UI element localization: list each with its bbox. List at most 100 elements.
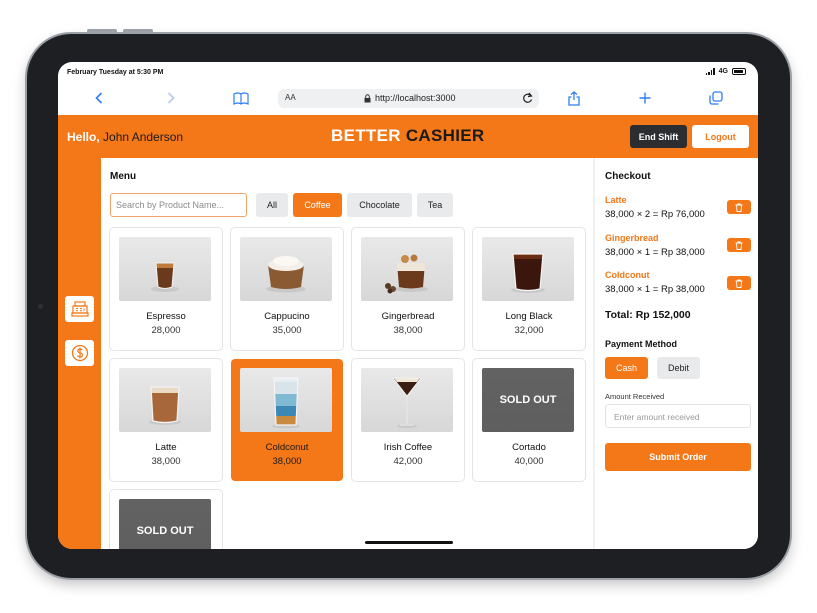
sidebar-item-transactions[interactable] — [65, 340, 94, 366]
front-camera — [38, 304, 43, 309]
product-price: 40,000 — [514, 456, 544, 467]
network-label: 4G — [718, 68, 728, 75]
product-card-cortado[interactable]: SOLD OUT Cortado 40,000 — [473, 359, 585, 481]
checkout-panel: Checkout Latte 38,000 × 2 = Rp 76,000 Gi… — [593, 158, 758, 549]
bookmarks-icon[interactable] — [233, 90, 249, 106]
product-name: Coldconut — [265, 442, 309, 453]
product-name: Gingerbread — [381, 311, 435, 322]
cart-item-line: 38,000 × 1 = Rp 38,000 — [605, 284, 705, 295]
sold-out-overlay: SOLD OUT — [482, 368, 574, 432]
product-name: Espresso — [146, 311, 186, 322]
text-size-button[interactable]: AA — [285, 93, 296, 102]
remove-item-button[interactable] — [727, 276, 751, 290]
url-text: http://localhost:3000 — [375, 93, 456, 103]
product-name: Long Black — [505, 311, 553, 322]
home-indicator — [365, 541, 453, 544]
product-card-latte[interactable]: Latte 38,000 — [110, 359, 222, 481]
product-name: Cappucino — [264, 311, 310, 322]
product-image: SOLD OUT — [482, 368, 574, 432]
new-tab-icon[interactable] — [637, 90, 653, 106]
product-card-irish-coffee[interactable]: Irish Coffee 42,000 — [352, 359, 464, 481]
filter-coffee[interactable]: Coffee — [293, 193, 342, 217]
product-name: Cortado — [512, 442, 546, 453]
reload-icon[interactable] — [522, 92, 533, 106]
payment-method-title: Payment Method — [605, 339, 678, 349]
trash-icon — [735, 241, 743, 250]
volume-button — [123, 29, 153, 33]
product-price: 38,000 — [272, 456, 302, 467]
product-price: 35,000 — [272, 325, 302, 336]
product-image — [119, 237, 211, 301]
browser-toolbar: AA http://localhost:3000 — [58, 82, 758, 115]
cart-item-line: 38,000 × 2 = Rp 76,000 — [605, 209, 705, 220]
app-header: Hello, John Anderson BETTER CASHIER End … — [58, 115, 758, 158]
cart-item-name: Gingerbread — [605, 233, 659, 243]
user-name: John Anderson — [103, 130, 184, 144]
product-card-coldconut[interactable]: Coldconut 38,000 — [231, 359, 343, 481]
product-card-cappucino[interactable]: Cappucino 35,000 — [231, 228, 343, 350]
product-image — [119, 368, 211, 432]
end-shift-button[interactable]: End Shift — [630, 125, 687, 148]
back-icon[interactable] — [91, 90, 107, 106]
submit-order-button[interactable]: Submit Order — [605, 443, 751, 471]
trash-icon — [735, 203, 743, 212]
product-price: 32,000 — [514, 325, 544, 336]
address-bar[interactable]: AA http://localhost:3000 — [278, 89, 539, 108]
product-card-long-black[interactable]: Long Black 32,000 — [473, 228, 585, 350]
tabs-icon[interactable] — [708, 90, 724, 106]
filter-all[interactable]: All — [256, 193, 288, 217]
sold-out-overlay: SOLD OUT — [119, 499, 211, 549]
menu-panel: Menu Search by Product Name... All Coffe… — [101, 158, 593, 549]
share-icon[interactable] — [566, 90, 582, 106]
screen: February Tuesday at 5:30 PM 4G AA http:/… — [58, 62, 758, 549]
cash-register-icon — [70, 301, 89, 317]
forward-icon[interactable] — [163, 90, 179, 106]
product-card-gingerbread[interactable]: Gingerbread 38,000 — [352, 228, 464, 350]
payment-debit-button[interactable]: Debit — [657, 357, 700, 379]
sidebar-item-cashier[interactable] — [65, 296, 94, 322]
product-name: Latte — [155, 442, 177, 453]
greeting-label: Hello, — [67, 130, 100, 144]
remove-item-button[interactable] — [727, 238, 751, 252]
product-image — [482, 237, 574, 301]
brand-first: BETTER — [331, 126, 401, 145]
status-time: February Tuesday at 5:30 PM — [67, 69, 164, 76]
dollar-coin-icon — [71, 344, 88, 362]
cart-item-name: Latte — [605, 195, 627, 205]
lock-icon — [364, 93, 371, 102]
product-image — [361, 368, 453, 432]
product-price: 38,000 — [151, 456, 181, 467]
product-image: SOLD OUT — [119, 499, 211, 549]
product-card-sold-out[interactable]: SOLD OUT — [110, 490, 222, 549]
volume-button — [87, 29, 117, 33]
greeting: Hello, John Anderson — [67, 130, 183, 144]
filter-tea[interactable]: Tea — [417, 193, 453, 217]
filter-chocolate[interactable]: Chocolate — [347, 193, 412, 217]
product-image — [240, 368, 332, 432]
sidebar — [58, 158, 101, 549]
product-card-espresso[interactable]: Espresso 28,000 — [110, 228, 222, 350]
signal-icon — [705, 68, 715, 75]
product-price: 28,000 — [151, 325, 181, 336]
battery-icon — [732, 68, 746, 75]
order-total: Total: Rp 152,000 — [605, 309, 691, 321]
product-name: Irish Coffee — [383, 442, 433, 453]
amount-received-label: Amount Received — [605, 392, 665, 401]
cart-item-name: Coldconut — [605, 270, 650, 280]
brand-second: CASHIER — [405, 126, 485, 145]
product-image — [361, 237, 453, 301]
app-logo: BETTER CASHIER — [331, 126, 484, 146]
product-image — [240, 237, 332, 301]
menu-title: Menu — [110, 171, 137, 182]
product-price: 38,000 — [393, 325, 423, 336]
cart-item-line: 38,000 × 1 = Rp 38,000 — [605, 247, 705, 258]
product-price: 42,000 — [393, 456, 423, 467]
amount-received-input[interactable]: Enter amount received — [605, 404, 751, 428]
payment-cash-button[interactable]: Cash — [605, 357, 648, 379]
logout-button[interactable]: Logout — [692, 125, 749, 148]
status-bar: February Tuesday at 5:30 PM 4G — [58, 62, 758, 82]
trash-icon — [735, 279, 743, 288]
remove-item-button[interactable] — [727, 200, 751, 214]
checkout-title: Checkout — [605, 171, 651, 182]
search-input[interactable]: Search by Product Name... — [110, 193, 247, 217]
